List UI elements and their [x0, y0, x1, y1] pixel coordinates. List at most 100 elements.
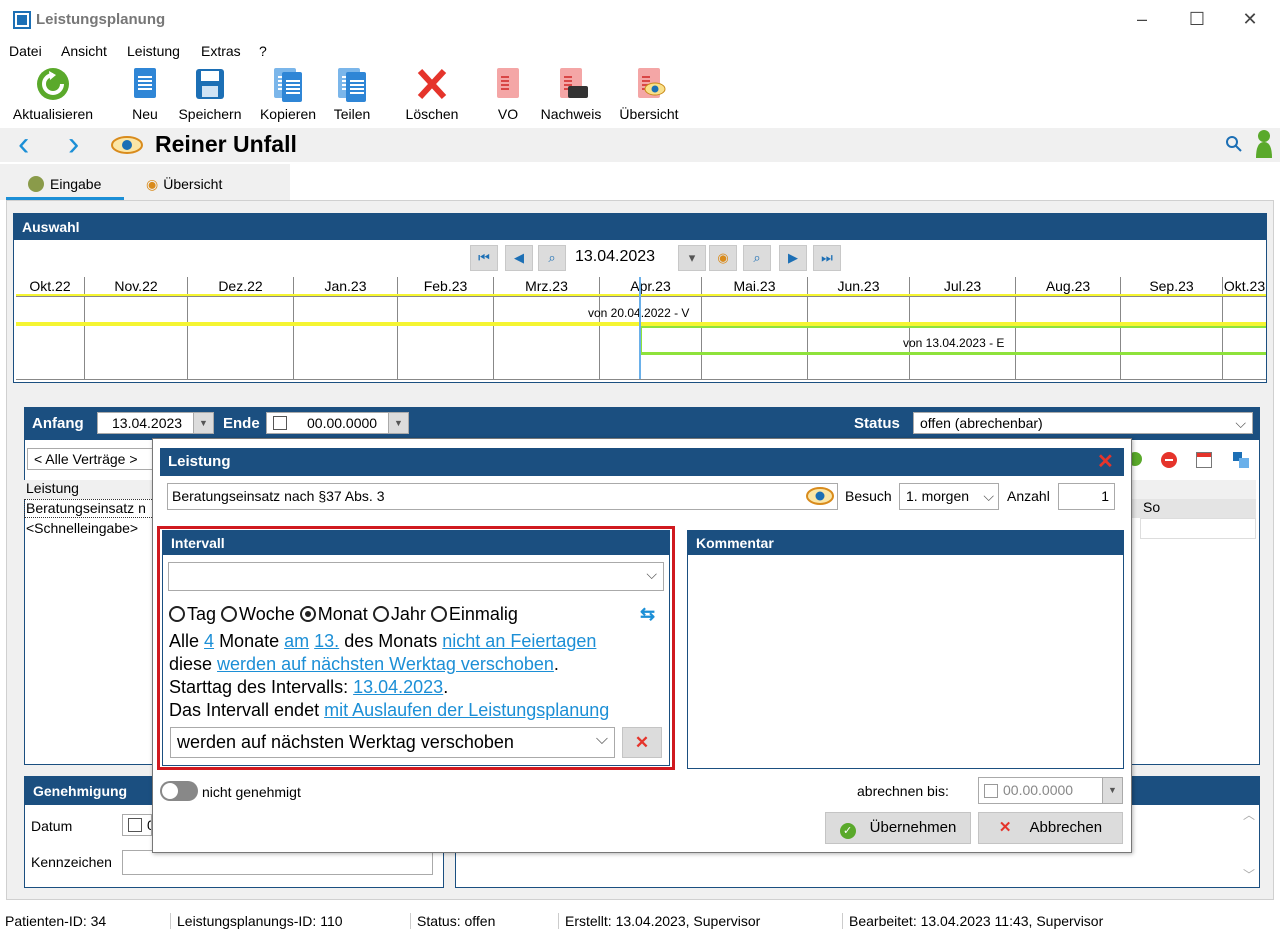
search-icon[interactable] [1225, 135, 1243, 153]
clear-button[interactable]: ✕ [622, 727, 662, 758]
date-dropdown[interactable]: ▾ [678, 245, 706, 271]
overview-button[interactable]: Übersicht [613, 66, 685, 126]
prev-button[interactable]: ◀ [505, 245, 533, 271]
created-info: Erstellt: 13.04.2023, Supervisor [558, 913, 760, 929]
zoom-out-button[interactable]: ⌕ [538, 245, 566, 271]
chevron-down-icon: ⌵ [646, 566, 657, 582]
menu-help[interactable]: ? [259, 43, 267, 59]
scroll-up-icon[interactable]: ︿ [1243, 806, 1255, 823]
last-button[interactable]: ⏭ [813, 245, 841, 271]
zoom-in-button[interactable]: ⌕ [743, 245, 771, 271]
pdf-document-icon [491, 66, 525, 102]
toggle-label: nicht genehmigt [202, 784, 301, 800]
abrechnen-date-field[interactable]: 00.00.0000 ▼ [978, 777, 1123, 804]
edit-icon [28, 176, 44, 192]
tab-uebersicht[interactable]: ◉ Übersicht [146, 176, 222, 193]
chevron-down-icon: ⌵ [595, 731, 608, 748]
new-button[interactable]: Neu [127, 66, 163, 126]
windows-icon[interactable] [1233, 452, 1249, 468]
menu-ansicht[interactable]: Ansicht [61, 43, 107, 59]
end-rule-link[interactable]: mit Auslaufen der Leistungsplanung [324, 700, 609, 720]
status-select[interactable]: offen (abrechenbar) ⌵ [913, 412, 1253, 434]
menu-extras[interactable]: Extras [201, 43, 241, 59]
eye-button[interactable]: ◉ [709, 245, 737, 271]
delete-button[interactable]: Löschen [400, 66, 464, 126]
radio-einmalig[interactable]: Einmalig [430, 604, 518, 624]
ende-checkbox[interactable] [273, 416, 287, 430]
edited-info: Bearbeitet: 13.04.2023 11:43, Supervisor [842, 913, 1103, 929]
anfang-date-field[interactable]: 13.04.2023 ▼ [97, 412, 214, 434]
close-button[interactable]: ✕ [1225, 0, 1275, 40]
window-title: Leistungsplanung [36, 11, 166, 28]
scroll-down-icon[interactable]: ﹀ [1243, 866, 1255, 883]
leistung-column-header: Leistung [24, 480, 156, 499]
table-row[interactable]: Beratungseinsatz n [24, 499, 156, 518]
minimize-button[interactable]: – [1117, 0, 1167, 40]
planning-bar-2[interactable] [640, 352, 1266, 355]
chevron-down-icon: ⌵ [1235, 415, 1246, 431]
chevron-down-icon[interactable]: ▼ [388, 413, 408, 433]
forward-arrow-icon[interactable]: › [68, 127, 79, 161]
shift-rule-select[interactable]: werden auf nächsten Werktag verschoben ⌵ [170, 727, 615, 758]
vo-button[interactable]: VO [490, 66, 526, 126]
uebernehmen-button[interactable]: ✓ Übernehmen [825, 812, 971, 844]
today-marker [639, 277, 641, 380]
copy-button[interactable]: Kopieren [255, 66, 321, 126]
besuch-select[interactable]: 1. morgen ⌵ [899, 483, 999, 510]
user-icon[interactable] [1254, 128, 1274, 160]
kennzeichen-label: Kennzeichen [31, 854, 112, 870]
kommentar-textarea[interactable] [688, 556, 1123, 768]
vertraege-select[interactable]: < Alle Verträge > [27, 448, 157, 470]
page-title: Reiner Unfall [155, 131, 297, 157]
so-column-header: So [1132, 499, 1256, 518]
save-button[interactable]: Speichern [173, 66, 247, 126]
datum-checkbox[interactable] [128, 818, 142, 832]
maximize-button[interactable]: ☐ [1172, 0, 1222, 40]
check-icon: ✓ [839, 823, 856, 839]
patient-id: Patienten-ID: 34 [5, 913, 107, 929]
kommentar-panel: Kommentar [687, 530, 1124, 769]
tab-eingabe[interactable]: Eingabe [28, 176, 101, 192]
leistung-input[interactable]: Beratungseinsatz nach §37 Abs. 3 [167, 483, 838, 510]
preview-document-icon [632, 66, 666, 102]
abbrechen-button[interactable]: ✕ Abbrechen [978, 812, 1123, 844]
abrechnen-checkbox[interactable] [984, 784, 998, 798]
chevron-down-icon[interactable]: ▼ [1102, 778, 1122, 803]
interval-day-link[interactable]: 13. [314, 631, 339, 651]
genehmigt-toggle[interactable] [160, 781, 198, 801]
radio-monat[interactable]: Monat [299, 604, 368, 624]
back-arrow-icon[interactable]: ‹ [18, 127, 29, 161]
menu-leistung[interactable]: Leistung [127, 43, 180, 59]
shift-rule-link[interactable]: werden auf nächsten Werktag verschoben [217, 654, 554, 674]
radio-jahr[interactable]: Jahr [372, 604, 426, 624]
swap-icon[interactable]: ⇆ [640, 604, 655, 625]
nachweis-button[interactable]: Nachweis [535, 66, 607, 126]
current-date: 13.04.2023 [575, 248, 656, 265]
start-date-link[interactable]: 13.04.2023 [353, 677, 443, 697]
cancel-x-icon: ✕ [998, 819, 1012, 836]
anzahl-input[interactable]: 1 [1058, 483, 1115, 510]
radio-tag[interactable]: Tag [169, 604, 216, 624]
ende-date-field[interactable]: 00.00.0000 ▼ [266, 412, 409, 434]
refresh-button[interactable]: Aktualisieren [4, 66, 102, 126]
radio-woche[interactable]: Woche [221, 604, 295, 624]
interval-count-link[interactable]: 4 [204, 631, 214, 651]
share-button[interactable]: Teilen [328, 66, 376, 126]
intervall-preset-select[interactable]: ⌵ [168, 562, 664, 591]
eye-icon[interactable] [805, 486, 835, 506]
table-row[interactable]: <Schnelleingabe> [26, 520, 138, 536]
dialog-close-icon[interactable]: ✕ [1097, 449, 1114, 474]
holiday-link[interactable]: nicht an Feiertagen [442, 631, 596, 651]
menu-datei[interactable]: Datei [9, 43, 42, 59]
intervall-sentence-2: diese werden auf nächsten Werktag versch… [169, 654, 559, 674]
status-label: Status [854, 415, 900, 432]
chevron-down-icon[interactable]: ▼ [193, 413, 213, 433]
kennzeichen-input[interactable] [122, 850, 433, 875]
intervall-type-group: Tag Woche Monat Jahr Einmalig [169, 604, 518, 625]
interval-mode-link[interactable]: am [284, 631, 309, 651]
next-button[interactable]: ▶ [779, 245, 807, 271]
first-button[interactable]: ⏮ [470, 245, 498, 271]
calendar-icon[interactable] [1196, 452, 1212, 468]
remove-icon[interactable] [1161, 452, 1177, 468]
genehmigung-datum-field[interactable]: 0 [122, 814, 152, 836]
